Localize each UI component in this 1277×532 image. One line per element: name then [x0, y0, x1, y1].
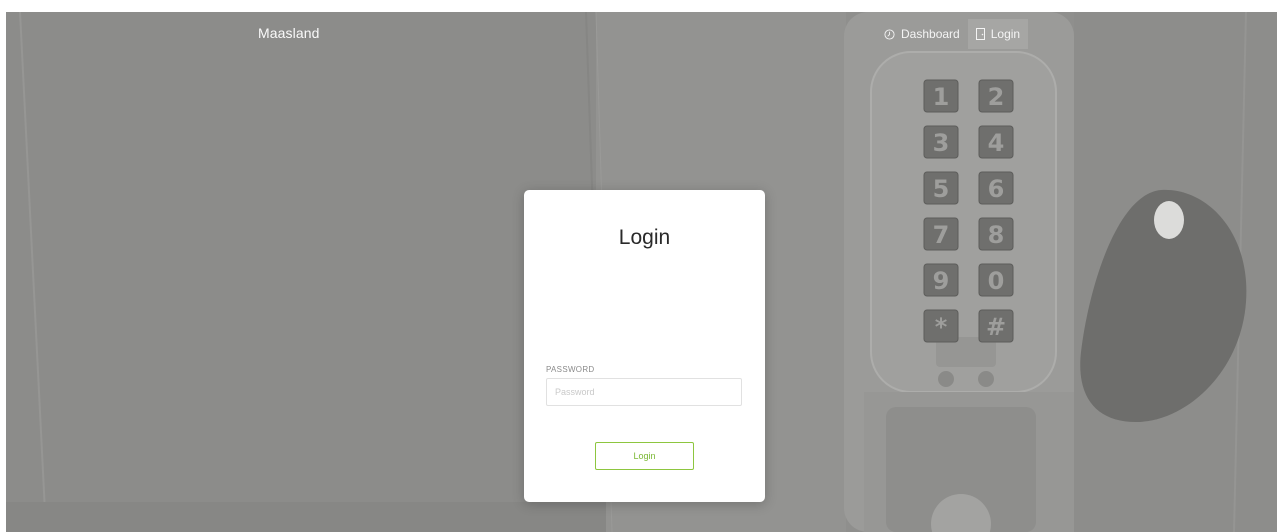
- keypad-key-label: 3: [933, 129, 950, 157]
- nav-dashboard[interactable]: Dashboard: [876, 19, 968, 49]
- login-page-viewport: 1 2 3 4 5 6 7 8 9 0 * # Maasland Dashboard Login Lo…: [6, 12, 1277, 532]
- keypad-key-label: 4: [988, 129, 1005, 157]
- nav-dashboard-label: Dashboard: [901, 27, 960, 41]
- login-button[interactable]: Login: [595, 442, 694, 470]
- keypad-key-label: #: [986, 313, 1006, 341]
- password-input[interactable]: [546, 378, 742, 406]
- login-title: Login: [618, 226, 671, 249]
- keypad-key-label: 9: [933, 267, 950, 295]
- keypad-key-label: 0: [988, 267, 1005, 295]
- keypad-key-label: 6: [988, 175, 1005, 203]
- top-nav: Dashboard Login: [876, 19, 1029, 49]
- keypad-key-label: *: [935, 313, 948, 341]
- keypad-key-label: 1: [933, 83, 950, 111]
- keypad-key-label: 5: [933, 175, 950, 203]
- nav-login[interactable]: Login: [967, 19, 1029, 49]
- keypad-key-label: 2: [988, 83, 1005, 111]
- password-label: PASSWORD: [546, 365, 595, 374]
- brand-title[interactable]: Maasland: [258, 25, 320, 41]
- login-card: Login PASSWORD Login: [524, 190, 765, 502]
- clock-icon: [884, 28, 895, 40]
- keypad-key-label: 7: [933, 221, 950, 249]
- nav-login-label: Login: [990, 27, 1021, 41]
- door-icon: [975, 28, 985, 40]
- keypad-key-label: 8: [988, 221, 1005, 249]
